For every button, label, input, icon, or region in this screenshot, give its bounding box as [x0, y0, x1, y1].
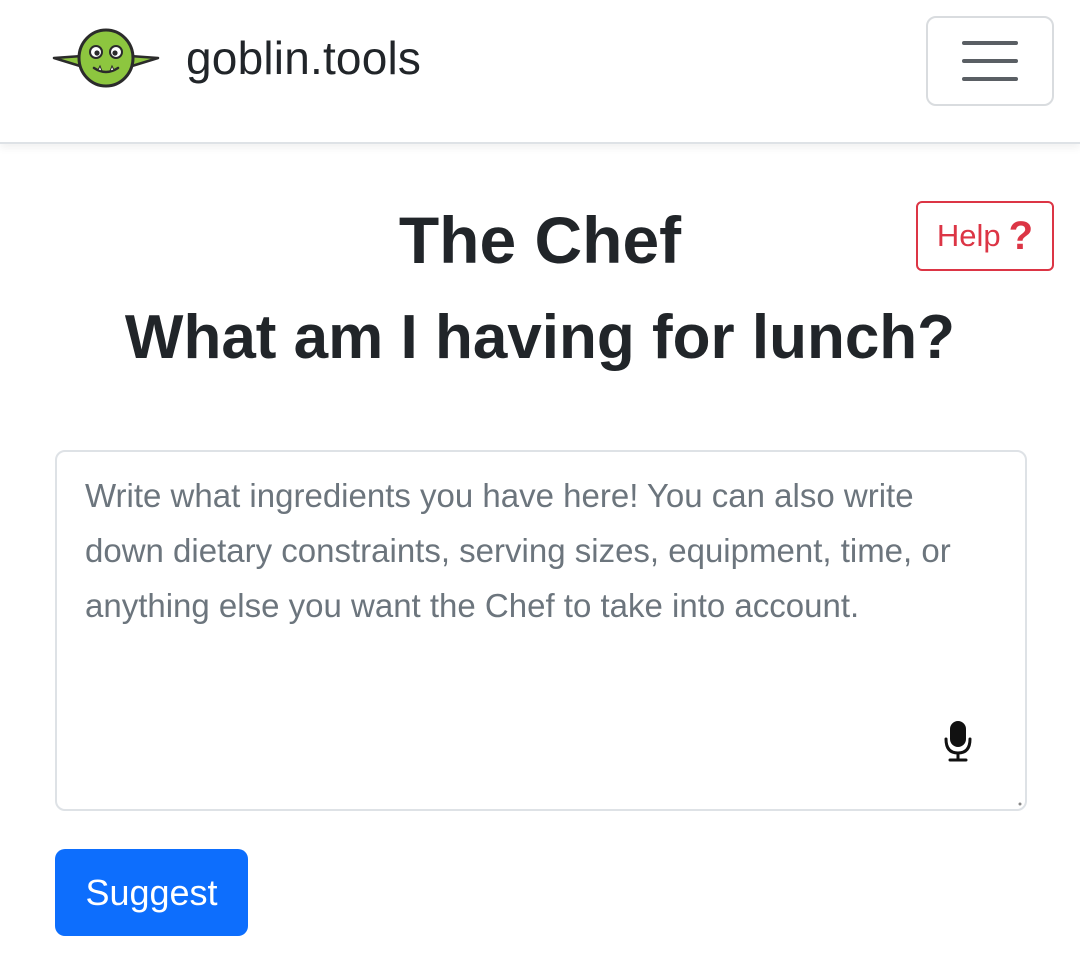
- brand-name: goblin.tools: [186, 32, 422, 84]
- hamburger-menu-icon: [962, 41, 1018, 81]
- page-subtitle: What am I having for lunch?: [124, 303, 956, 372]
- resize-grip-icon[interactable]: [1017, 801, 1023, 807]
- ingredients-input-placeholder: Write what ingredients you have here! Yo…: [85, 477, 951, 624]
- ingredients-input[interactable]: Write what ingredients you have here! Yo…: [55, 450, 1027, 811]
- navbar-toggle-button[interactable]: [926, 16, 1054, 106]
- brand-link[interactable]: goblin.tools: [52, 26, 421, 90]
- navbar: goblin.tools: [0, 0, 1080, 144]
- goblin-face-icon: [52, 28, 160, 88]
- suggest-button[interactable]: Suggest: [55, 849, 248, 936]
- microphone-icon[interactable]: [943, 720, 973, 762]
- page-title: The Chef: [398, 203, 682, 277]
